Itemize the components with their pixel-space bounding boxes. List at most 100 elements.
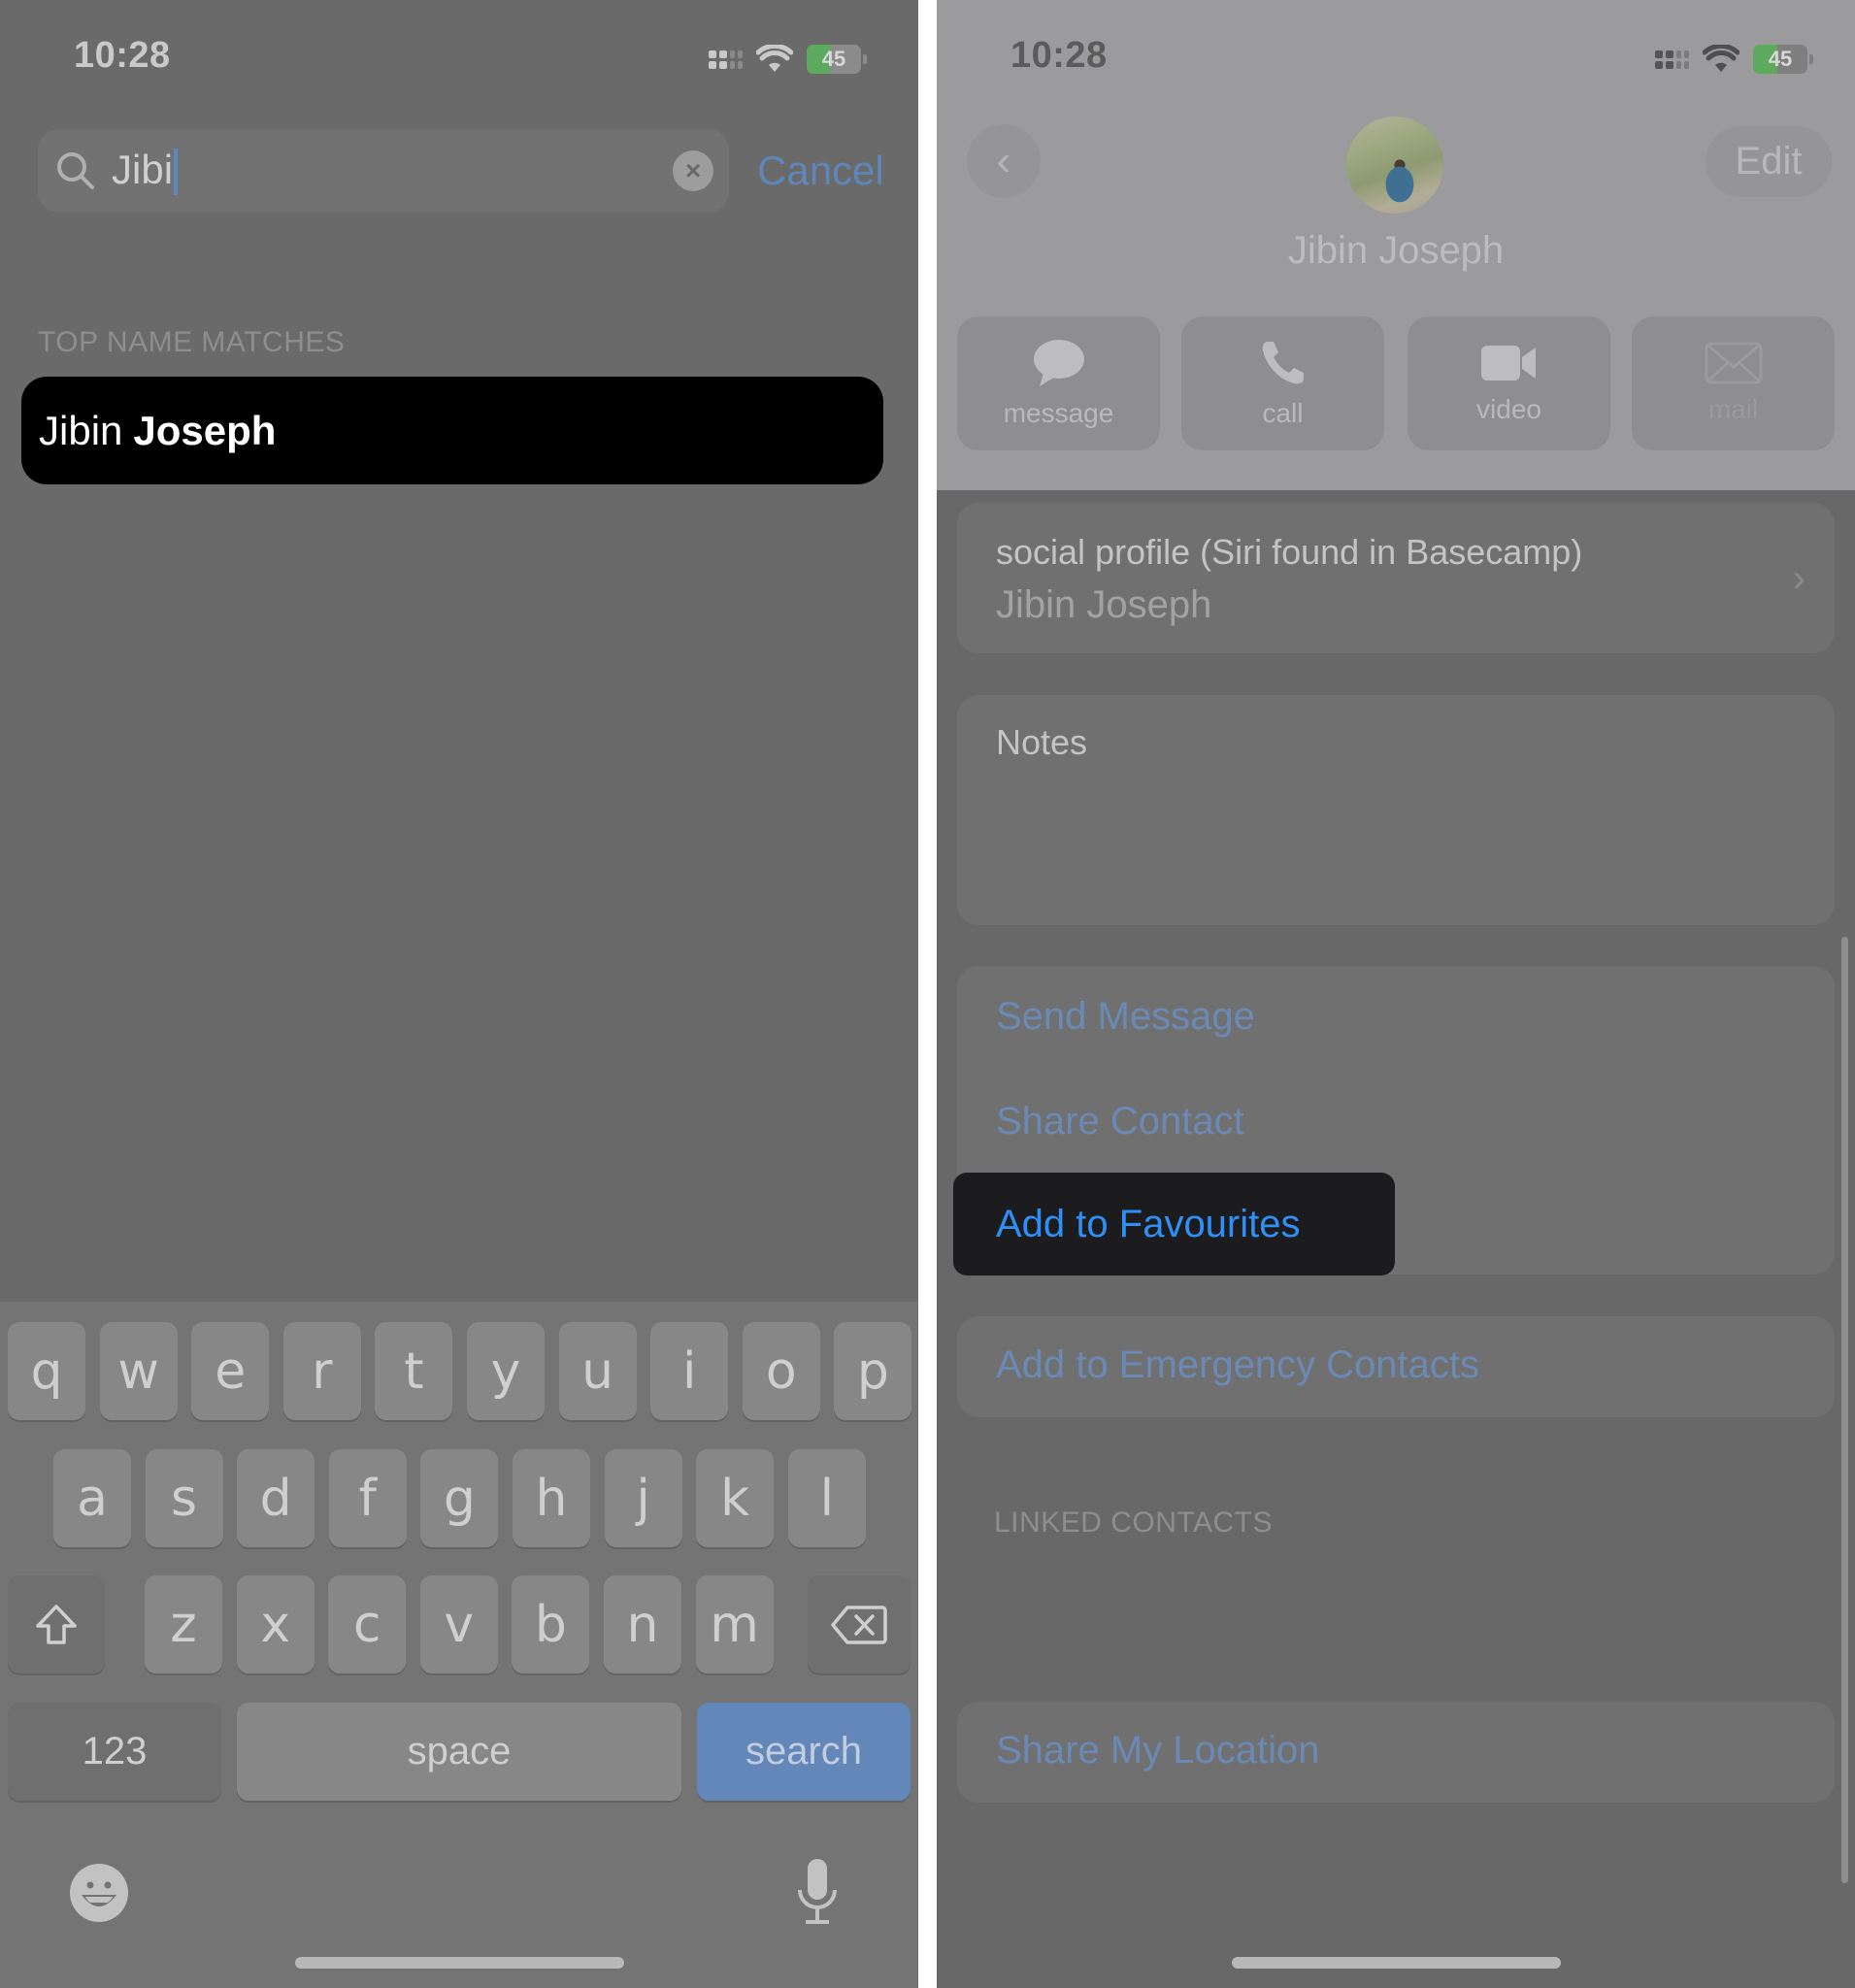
notes-card[interactable]: Notes — [957, 695, 1835, 925]
key-h[interactable]: h — [513, 1449, 590, 1547]
contact-header: 10:28 45 ‹ Edit Jibin Joseph message cal… — [937, 0, 1855, 490]
linked-contacts-header: LINKED CONTACTS — [994, 1507, 1273, 1539]
emergency-card: Add to Emergency Contacts — [957, 1316, 1835, 1417]
battery-tip — [1809, 54, 1813, 64]
cellular-signal-icon — [1655, 50, 1689, 69]
contact-detail-screen: 10:28 45 ‹ Edit Jibin Joseph message cal… — [937, 0, 1855, 1988]
share-contact-link[interactable]: Share Contact — [996, 1100, 1244, 1143]
numbers-key[interactable]: 123 — [8, 1703, 221, 1801]
battery-percent: 45 — [1768, 47, 1793, 71]
shift-icon — [36, 1604, 77, 1644]
home-indicator[interactable] — [1232, 1957, 1561, 1969]
back-button[interactable]: ‹ — [967, 124, 1041, 198]
key-e[interactable]: e — [191, 1322, 270, 1420]
key-r[interactable]: r — [282, 1322, 361, 1420]
message-bubble-icon — [1033, 340, 1084, 386]
action-label: call — [1262, 398, 1304, 428]
add-to-emergency-contacts-link[interactable]: Add to Emergency Contacts — [996, 1343, 1479, 1387]
keyboard: qwertyuiop asdfghjkl zxcvbnm 123 space sea… — [0, 1302, 918, 1988]
status-icons: 45 — [709, 43, 867, 76]
result-last-name: Joseph — [133, 407, 277, 453]
key-t[interactable]: t — [375, 1322, 453, 1420]
key-l[interactable]: l — [787, 1449, 866, 1547]
mail-envelope-icon — [1705, 342, 1762, 384]
cellular-signal-icon — [709, 50, 743, 69]
emoji-button[interactable] — [68, 1862, 130, 1929]
key-a[interactable]: a — [53, 1449, 131, 1547]
scroll-indicator[interactable] — [1841, 937, 1848, 1883]
notes-label: Notes — [996, 722, 1088, 762]
key-p[interactable]: p — [834, 1322, 912, 1420]
battery-charging-icon: 45 — [807, 45, 861, 74]
space-key[interactable]: space — [237, 1703, 681, 1801]
key-o[interactable]: o — [742, 1322, 820, 1420]
status-icons: 45 — [1655, 43, 1813, 76]
video-camera-icon — [1480, 346, 1536, 381]
cancel-button[interactable]: Cancel — [757, 148, 884, 194]
home-indicator[interactable] — [295, 1957, 624, 1969]
key-y[interactable]: y — [467, 1322, 545, 1420]
social-profile-label: social profile (Siri found in Basecamp) — [996, 532, 1583, 572]
message-action-button[interactable]: message — [957, 316, 1160, 450]
action-label: mail — [1707, 394, 1759, 424]
share-location-card: Share My Location — [957, 1702, 1835, 1803]
contacts-search-screen: 10:28 45 Jibi × Cancel TOP NAME MATCHES … — [0, 0, 918, 1988]
key-d[interactable]: d — [237, 1449, 315, 1547]
key-z[interactable]: z — [145, 1575, 222, 1673]
key-u[interactable]: u — [558, 1322, 637, 1420]
delete-key[interactable] — [808, 1575, 911, 1673]
share-my-location-link[interactable]: Share My Location — [996, 1729, 1320, 1773]
action-label: message — [1003, 398, 1114, 428]
top-name-matches-header: TOP NAME MATCHES — [38, 326, 346, 358]
contact-name: Jibin Joseph — [1287, 229, 1505, 272]
battery-tip — [863, 54, 867, 64]
phone-icon — [1262, 342, 1304, 384]
key-i[interactable]: i — [650, 1322, 729, 1420]
clear-circle-icon: × — [684, 155, 702, 185]
key-g[interactable]: g — [420, 1449, 499, 1547]
result-first-name: Jibin — [39, 407, 123, 453]
battery-charging-icon: 45 — [1753, 45, 1807, 74]
key-v[interactable]: v — [419, 1575, 498, 1673]
search-result-row[interactable]: Jibin Joseph — [21, 377, 883, 484]
add-to-favourites-link[interactable]: Add to Favourites — [953, 1173, 1395, 1276]
key-n[interactable]: n — [604, 1575, 681, 1673]
key-j[interactable]: j — [604, 1449, 682, 1547]
key-c[interactable]: c — [328, 1575, 407, 1673]
action-label: video — [1476, 394, 1541, 424]
wifi-icon — [756, 45, 793, 74]
call-action-button[interactable]: call — [1181, 316, 1384, 450]
key-x[interactable]: x — [236, 1575, 315, 1673]
clear-search-button[interactable]: × — [673, 150, 713, 191]
contact-avatar — [1346, 116, 1443, 214]
key-k[interactable]: k — [696, 1449, 775, 1547]
emoji-icon — [70, 1864, 128, 1922]
battery-percent: 45 — [821, 47, 846, 71]
key-s[interactable]: s — [145, 1449, 223, 1547]
key-b[interactable]: b — [512, 1575, 590, 1673]
search-query: Jibi — [112, 147, 179, 196]
search-input[interactable]: Jibi × — [38, 130, 729, 212]
social-profile-card[interactable]: social profile (Siri found in Basecamp) … — [957, 503, 1835, 653]
video-action-button[interactable]: video — [1408, 316, 1610, 450]
social-profile-value: Jibin Joseph — [996, 583, 1212, 626]
status-time: 10:28 — [1010, 35, 1108, 76]
search-key[interactable]: search — [697, 1703, 911, 1801]
text-caret — [174, 149, 179, 196]
wifi-icon — [1703, 45, 1739, 74]
chevron-left-icon: ‹ — [996, 137, 1011, 184]
status-time: 10:28 — [74, 35, 171, 76]
backspace-icon — [831, 1605, 887, 1644]
send-message-link[interactable]: Send Message — [996, 995, 1255, 1039]
shift-key[interactable] — [8, 1575, 105, 1673]
search-icon — [57, 152, 94, 189]
key-w[interactable]: w — [99, 1322, 178, 1420]
key-f[interactable]: f — [328, 1449, 407, 1547]
chevron-right-icon: › — [1792, 557, 1805, 600]
key-q[interactable]: q — [8, 1322, 85, 1420]
key-m[interactable]: m — [695, 1575, 774, 1673]
dictation-button[interactable] — [794, 1857, 841, 1932]
mail-action-button[interactable]: mail — [1632, 316, 1835, 450]
edit-button[interactable]: Edit — [1706, 126, 1832, 197]
microphone-icon — [798, 1859, 837, 1924]
